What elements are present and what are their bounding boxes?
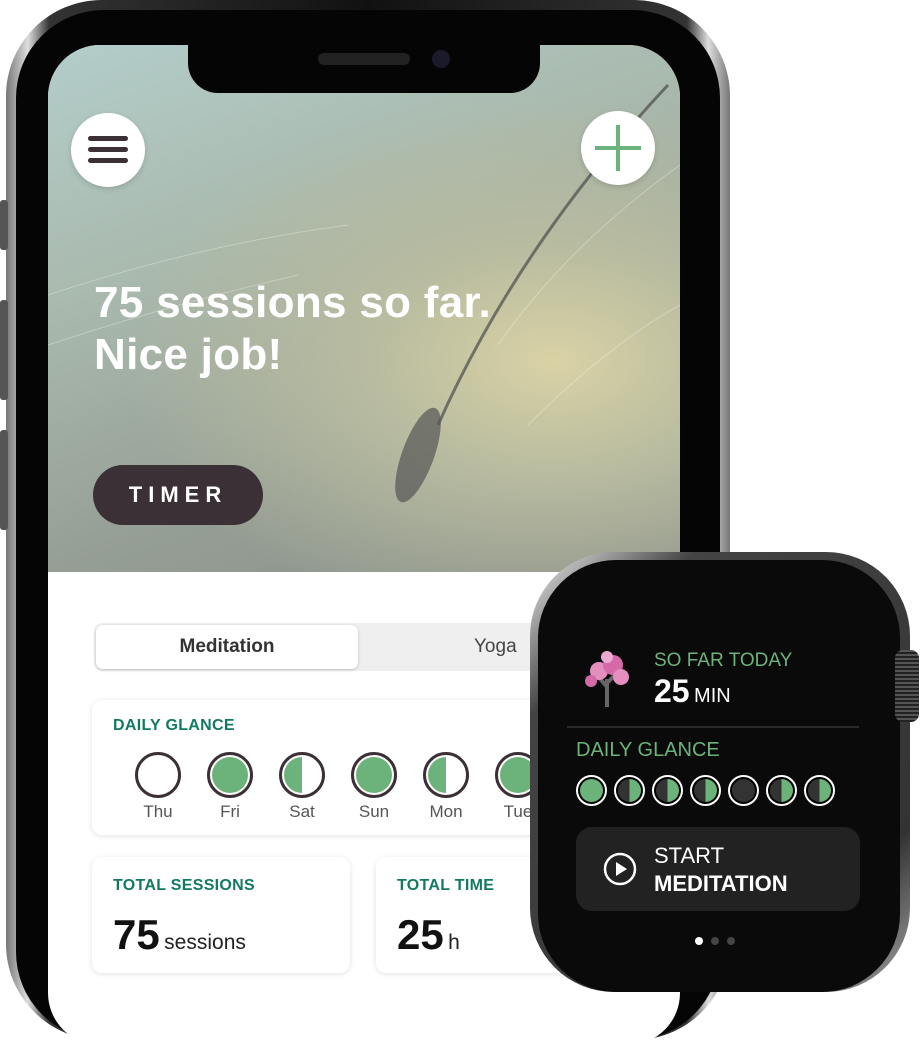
watch-day-ring xyxy=(766,775,797,806)
so-far-today-label: SO FAR TODAY xyxy=(654,650,793,671)
watch-day-ring xyxy=(690,775,721,806)
phone-mute-switch xyxy=(0,200,8,250)
day-name: Fri xyxy=(220,802,240,821)
headline-line-1: 75 sessions so far. xyxy=(94,278,492,327)
total-time-unit: h xyxy=(448,931,460,954)
day-indicator: Sat xyxy=(266,752,338,822)
day-progress-ring xyxy=(207,752,253,798)
start-label-line-2: MEDITATION xyxy=(654,871,788,896)
watch-daily-glance-label: DAILY GLANCE xyxy=(576,739,720,761)
day-name: Thu xyxy=(143,802,173,821)
watch-day-ring xyxy=(614,775,645,806)
menu-button[interactable] xyxy=(71,113,145,187)
day-progress-ring xyxy=(135,752,181,798)
day-indicator: Mon xyxy=(410,752,482,822)
so-far-today-unit: MIN xyxy=(694,685,731,707)
total-sessions-unit: sessions xyxy=(164,931,246,954)
total-time-value: 25 xyxy=(397,911,444,958)
tab-yoga[interactable]: Yoga xyxy=(474,623,517,671)
watch-day-ring xyxy=(652,775,683,806)
day-progress-ring xyxy=(351,752,397,798)
start-meditation-button[interactable]: START MEDITATION xyxy=(576,827,860,911)
total-sessions-label: TOTAL SESSIONS xyxy=(113,877,256,894)
headline: 75 sessions so far. Nice job! xyxy=(94,277,491,381)
page-dot[interactable] xyxy=(711,937,719,945)
watch-day-ring xyxy=(804,775,835,806)
digital-crown[interactable] xyxy=(895,650,919,722)
day-indicator: Thu xyxy=(122,752,194,822)
phone-volume-down xyxy=(0,430,8,530)
day-name: Mon xyxy=(429,802,463,821)
add-button[interactable] xyxy=(581,111,655,185)
page-indicator xyxy=(695,937,735,945)
total-sessions-value: 75 xyxy=(113,911,160,958)
day-indicator: Fri xyxy=(194,752,266,822)
day-name: Sun xyxy=(358,802,390,821)
daily-glance-label: DAILY GLANCE xyxy=(113,717,235,734)
page-dot-active[interactable] xyxy=(695,937,703,945)
day-name: Tue xyxy=(503,802,533,821)
day-name: Sat xyxy=(289,802,315,821)
tree-icon xyxy=(585,651,629,707)
phone-volume-up xyxy=(0,300,8,400)
watch-screen: SO FAR TODAY 25 MIN DAILY GLANCE START ME… xyxy=(567,597,869,957)
total-sessions-card: TOTAL SESSIONS 75 sessions xyxy=(92,857,350,973)
start-label-line-1: START xyxy=(654,843,725,868)
day-indicator: Sun xyxy=(338,752,410,822)
day-progress-ring xyxy=(279,752,325,798)
timer-button[interactable]: TIMER xyxy=(93,465,263,525)
tab-meditation[interactable]: Meditation xyxy=(96,625,358,669)
notch xyxy=(188,45,540,93)
headline-line-2: Nice job! xyxy=(94,330,283,379)
so-far-today-value: 25 xyxy=(654,673,690,709)
hamburger-icon xyxy=(88,136,128,163)
plus-icon xyxy=(595,125,641,171)
total-time-label: TOTAL TIME xyxy=(397,877,495,894)
day-progress-ring xyxy=(423,752,469,798)
play-icon xyxy=(603,852,637,886)
divider xyxy=(567,726,859,728)
page-dot[interactable] xyxy=(727,937,735,945)
watch-day-ring xyxy=(728,775,759,806)
watch-day-ring xyxy=(576,775,607,806)
